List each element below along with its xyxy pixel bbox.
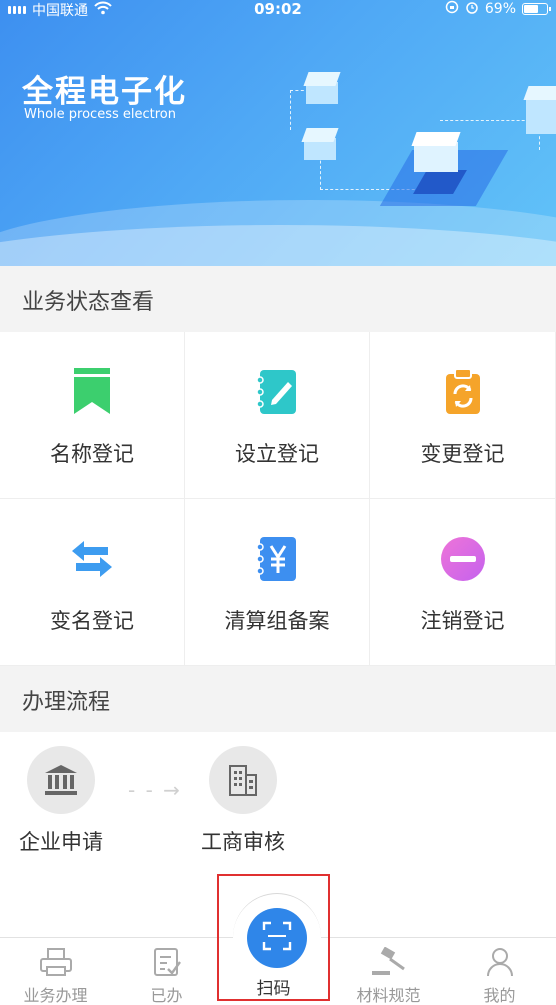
tile-label: 变更登记 xyxy=(420,442,505,466)
notebook-edit-icon xyxy=(253,368,301,416)
office-building-icon xyxy=(209,746,277,814)
minus-circle-icon xyxy=(439,535,487,583)
process-header: 办理流程 xyxy=(0,666,556,732)
tile-label: 变名登记 xyxy=(50,609,134,633)
banner-title: 全程电子化 xyxy=(22,74,187,110)
tab-label: 我的 xyxy=(483,986,516,1005)
gavel-icon xyxy=(370,946,408,978)
tile-cancel-registration[interactable]: 注销登记 xyxy=(370,499,556,666)
process-step-label: 企业申请 xyxy=(19,830,103,854)
printer-icon xyxy=(39,946,73,978)
tile-label: 清算组备案 xyxy=(224,609,330,633)
section-title: 办理流程 xyxy=(22,690,111,715)
scan-button[interactable] xyxy=(247,908,307,968)
banner-cube xyxy=(303,72,341,104)
alarm-icon xyxy=(465,0,479,18)
swap-arrows-icon xyxy=(68,535,116,583)
banner-cube xyxy=(523,86,556,136)
process-step-label: 工商审核 xyxy=(201,830,285,854)
clipboard-refresh-icon xyxy=(439,368,487,416)
ledger-yen-icon xyxy=(253,535,301,583)
banner-cube xyxy=(301,128,339,160)
status-bar: 中国联通 09:02 69% xyxy=(0,0,556,20)
tile-rename-registration[interactable]: 变名登记 xyxy=(0,499,185,666)
tile-label: 名称登记 xyxy=(50,442,134,466)
user-icon xyxy=(486,946,514,978)
banner-cube xyxy=(411,132,461,172)
process-step-apply: 企业申请 xyxy=(6,746,116,856)
tile-establish-registration[interactable]: 设立登记 xyxy=(185,332,370,499)
tab-label: 已办 xyxy=(150,986,183,1005)
checklist-icon xyxy=(153,946,181,978)
tab-done[interactable]: 已办 xyxy=(111,938,222,1005)
scan-label[interactable]: 扫码 xyxy=(217,974,330,999)
tile-label: 设立登记 xyxy=(235,442,319,466)
section-title: 业务状态查看 xyxy=(22,290,155,315)
bank-building-icon xyxy=(27,746,95,814)
process-step-review: 工商审核 xyxy=(188,746,298,856)
hero-banner: 中国联通 09:02 69% 全程电子化 Whole process elect… xyxy=(0,0,556,266)
tab-label: 业务办理 xyxy=(23,986,88,1005)
tile-label: 注销登记 xyxy=(420,609,505,633)
battery-percent: 69% xyxy=(484,1,516,17)
tab-business[interactable]: 业务办理 xyxy=(0,938,111,1005)
scan-icon xyxy=(262,921,292,955)
orientation-lock-icon xyxy=(445,0,459,18)
tab-mine[interactable]: 我的 xyxy=(444,938,555,1005)
battery-icon xyxy=(522,3,551,15)
business-status-grid: 名称登记 设立登记 变更登记 变名登记 清算组备案 注销登记 xyxy=(0,332,556,666)
banner-subtitle: Whole process electron xyxy=(24,107,176,122)
tile-name-registration[interactable]: 名称登记 xyxy=(0,332,185,499)
tab-materials[interactable]: 材料规范 xyxy=(333,938,444,1005)
tile-liquidation-filing[interactable]: 清算组备案 xyxy=(185,499,370,666)
business-status-header: 业务状态查看 xyxy=(0,266,556,332)
process-arrow-icon: - - → xyxy=(128,778,182,802)
tile-change-registration[interactable]: 变更登记 xyxy=(370,332,556,499)
bookmark-icon xyxy=(68,368,116,416)
tab-label: 材料规范 xyxy=(356,986,421,1005)
